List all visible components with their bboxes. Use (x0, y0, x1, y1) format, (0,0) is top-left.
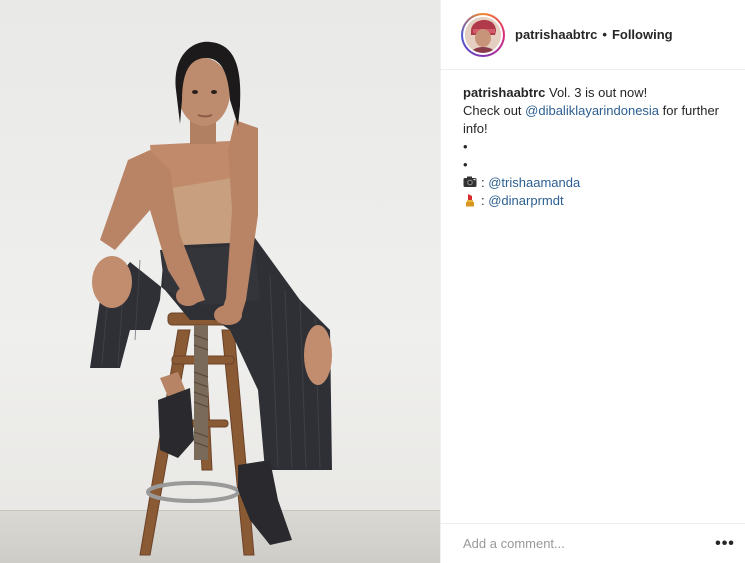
knee (92, 256, 132, 308)
avatar-image (465, 16, 501, 53)
following-button[interactable]: Following (612, 27, 673, 42)
hand (214, 305, 242, 325)
photo-illustration (90, 41, 332, 556)
caption-bullet: • (463, 139, 468, 154)
separator-dot: • (602, 27, 607, 42)
username-link[interactable]: patrishaabtrc (515, 27, 597, 42)
credit-photographer: : @trishaamanda (463, 174, 739, 192)
mention-link[interactable]: @dibaliklayarindonesia (525, 103, 659, 118)
left-shoe (158, 388, 194, 458)
caption-line-1: patrishaabtrc Vol. 3 is out now! (463, 84, 739, 102)
caption-text: Check out (463, 103, 526, 118)
caption-text: Vol. 3 is out now! (545, 85, 648, 100)
knee-slit (304, 325, 332, 385)
avatar[interactable] (465, 16, 501, 53)
post-header: patrishaabtrc • Following (441, 0, 745, 70)
post-photo[interactable] (0, 0, 440, 563)
caption-line-2: Check out @dibaliklayarindonesia for fur… (463, 102, 739, 138)
caption-bullet: • (463, 157, 468, 172)
post-panel: patrishaabtrc • Following patrishaabtrc … (440, 0, 745, 563)
comment-bar: ••• (441, 523, 745, 563)
story-ring[interactable] (461, 12, 505, 57)
hand (176, 286, 200, 306)
lipstick-icon (466, 194, 474, 207)
camera-icon (463, 176, 477, 187)
more-options-icon[interactable]: ••• (712, 534, 738, 554)
credit-makeup: : @dinarprmdt (463, 192, 739, 210)
caption: patrishaabtrc Vol. 3 is out now! Check o… (463, 84, 739, 210)
mention-link[interactable]: @dinarprmdt (488, 193, 563, 208)
caption-username[interactable]: patrishaabtrc (463, 85, 545, 100)
header-text: patrishaabtrc • Following (515, 27, 673, 42)
mention-link[interactable]: @trishaamanda (488, 175, 580, 190)
comment-input[interactable] (463, 531, 712, 556)
